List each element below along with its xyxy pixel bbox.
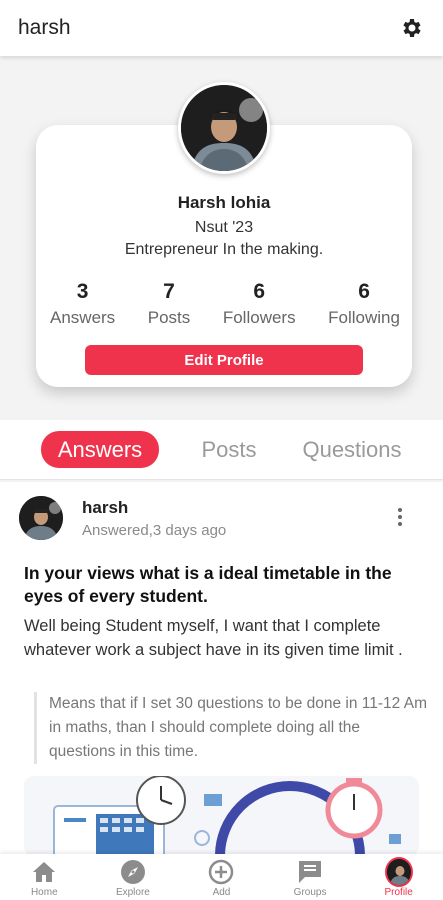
avatar — [384, 857, 413, 887]
profile-bio: Entrepreneur In the making. — [124, 241, 324, 258]
top-app-bar: harsh — [0, 0, 443, 56]
nav-profile-icon-wrap — [384, 857, 413, 887]
chat-icon — [296, 858, 324, 886]
nav-groups[interactable]: Groups — [266, 854, 355, 900]
tab-posts[interactable]: Posts — [190, 431, 268, 468]
tab-answers[interactable]: Answers — [41, 431, 159, 468]
compass-icon — [119, 858, 147, 886]
profile-name: Harsh lohia — [177, 193, 271, 212]
stat-answers[interactable]: 3 Answers — [50, 280, 115, 328]
page-title: harsh — [18, 16, 71, 39]
tab-questions[interactable]: Questions — [292, 431, 412, 468]
nav-label: Home — [30, 887, 58, 898]
answer-text: Well being Student myself, I want that I… — [24, 617, 403, 659]
stat-label: Following — [328, 308, 400, 327]
stat-followers[interactable]: 6 Followers — [223, 280, 296, 328]
stat-number: 6 — [253, 280, 266, 303]
nav-explore[interactable]: Explore — [89, 854, 178, 900]
stat-number: 7 — [163, 280, 175, 303]
answer-card: harsh Answered,3 days ago In your views … — [0, 482, 443, 854]
post-timestamp: Answered,3 days ago — [82, 522, 227, 539]
profile-stats: 3 Answers 7 Posts 6 Followers 6 Followin… — [50, 280, 400, 328]
stat-label: Posts — [147, 308, 191, 327]
answer-quote: Means that if I set 30 questions to be d… — [34, 692, 429, 764]
question-title[interactable]: In your views what is a ideal timetable … — [24, 562, 424, 608]
author-name[interactable]: harsh — [82, 498, 128, 518]
nav-label: Groups — [293, 887, 327, 898]
stat-following[interactable]: 6 Following — [328, 280, 400, 328]
profile-avatar[interactable] — [178, 82, 270, 174]
author-avatar[interactable] — [19, 496, 63, 540]
content-tabs: Answers Posts Questions — [0, 420, 443, 480]
profile-school: Nsut '23 — [194, 219, 254, 236]
stat-number: 3 — [76, 280, 89, 303]
nav-label: Add — [212, 887, 231, 898]
answer-illustration-image — [24, 776, 419, 854]
nav-label: Explore — [115, 887, 150, 898]
edit-profile-button[interactable]: Edit Profile — [85, 345, 363, 375]
home-icon — [30, 858, 58, 886]
more-options-icon[interactable] — [390, 508, 410, 532]
nav-profile[interactable]: Profile — [354, 854, 443, 900]
bottom-navigation: Home Explore Add Groups Profile — [0, 854, 443, 900]
add-circle-icon — [207, 858, 235, 886]
nav-label: Profile — [384, 887, 413, 898]
nav-home[interactable]: Home — [0, 854, 89, 900]
stat-posts[interactable]: 7 Posts — [148, 280, 191, 328]
nav-add[interactable]: Add — [177, 854, 266, 900]
gear-icon[interactable] — [399, 15, 425, 41]
stat-number: 6 — [358, 280, 370, 303]
stat-label: Followers — [222, 308, 296, 327]
stat-label: Answers — [50, 308, 116, 327]
